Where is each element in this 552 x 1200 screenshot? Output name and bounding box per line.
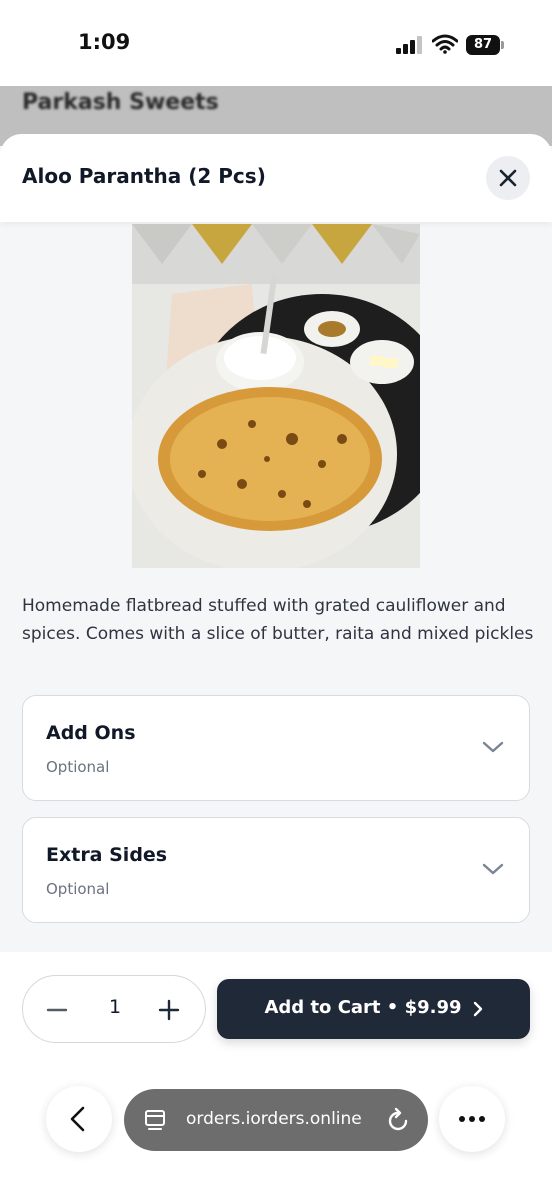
item-image [132, 224, 420, 568]
cellular-signal-icon [396, 36, 424, 54]
status-bar: 1:09 87 [0, 0, 552, 86]
option-group-title: Add Ons [46, 722, 136, 744]
close-button[interactable] [486, 156, 530, 200]
chevron-down-icon [482, 741, 504, 753]
item-description: Homemade flatbread stuffed with grated c… [22, 596, 534, 644]
browser-toolbar: orders.iorders.online [0, 1062, 552, 1200]
chevron-right-icon [473, 1001, 483, 1017]
decrease-quantity-button[interactable] [43, 996, 71, 1024]
add-to-cart-button[interactable]: Add to Cart • $9.99 [217, 979, 530, 1039]
battery-level: 87 [466, 35, 500, 55]
address-bar[interactable]: orders.iorders.online [124, 1089, 428, 1151]
more-options-button[interactable] [439, 1086, 505, 1152]
reload-icon[interactable] [386, 1107, 410, 1133]
chevron-left-icon [70, 1106, 85, 1132]
chevron-down-icon [482, 863, 504, 875]
option-group-title: Extra Sides [46, 844, 168, 866]
more-icon [459, 1116, 485, 1122]
sheet-header: Aloo Parantha (2 Pcs) [0, 134, 552, 222]
option-group-subtitle: Optional [46, 758, 110, 776]
close-icon [499, 169, 517, 187]
browser-back-button[interactable] [46, 1086, 112, 1152]
battery-icon: 87 [466, 35, 504, 55]
quantity-value: 1 [108, 996, 122, 1018]
status-time: 1:09 [78, 30, 131, 54]
cart-action-bar: 1 Add to Cart • $9.99 [0, 952, 552, 1062]
item-title: Aloo Parantha (2 Pcs) [22, 164, 266, 188]
url-text: orders.iorders.online [186, 1109, 362, 1129]
tabs-icon [145, 1110, 165, 1130]
add-to-cart-label: Add to Cart • $9.99 [264, 997, 462, 1018]
option-group-subtitle: Optional [46, 880, 110, 898]
wifi-icon [432, 34, 458, 54]
option-group-add-ons[interactable]: Add Ons Optional [22, 695, 530, 801]
option-group-extra-sides[interactable]: Extra Sides Optional [22, 817, 530, 923]
quantity-stepper: 1 [22, 975, 206, 1043]
increase-quantity-button[interactable] [155, 996, 183, 1024]
restaurant-name: Parkash Sweets [22, 90, 219, 115]
